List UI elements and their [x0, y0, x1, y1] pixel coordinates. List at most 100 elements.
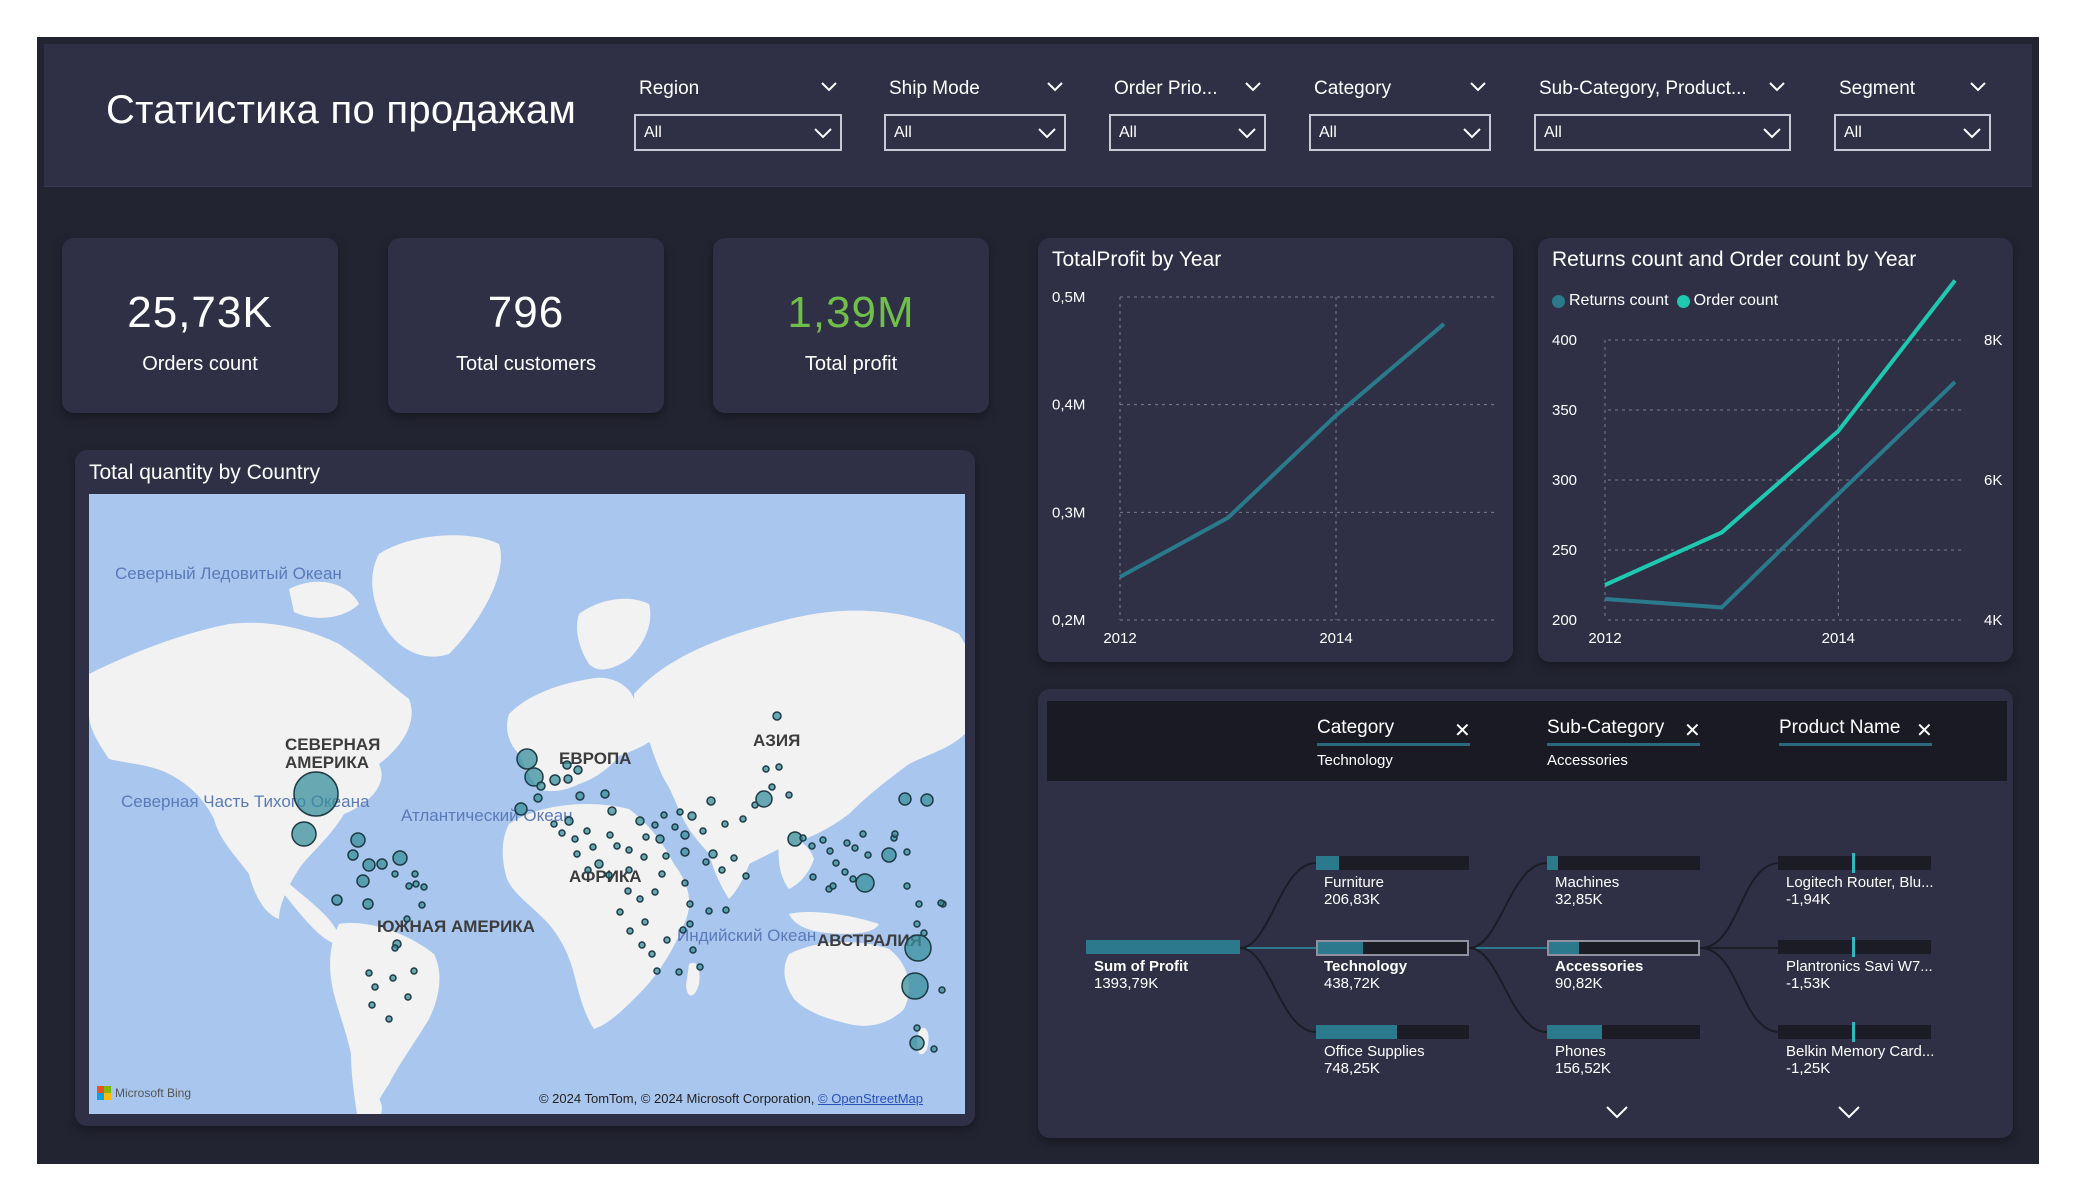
- profit-series-line[interactable]: [1119, 322, 1446, 579]
- country-bubble[interactable]: [785, 791, 793, 799]
- country-bubble[interactable]: [376, 858, 388, 870]
- country-bubble[interactable]: [859, 830, 867, 838]
- country-bubble[interactable]: [768, 783, 776, 791]
- country-bubble[interactable]: [702, 858, 710, 866]
- country-bubble[interactable]: [686, 900, 694, 908]
- country-bubble[interactable]: [689, 946, 697, 954]
- country-bubble[interactable]: [855, 873, 875, 893]
- country-bubble[interactable]: [898, 792, 912, 806]
- country-bubble[interactable]: [864, 851, 872, 859]
- country-bubble[interactable]: [938, 986, 946, 994]
- country-bubble[interactable]: [558, 829, 566, 837]
- close-icon[interactable]: ✕: [1916, 721, 1933, 741]
- country-bubble[interactable]: [755, 790, 773, 808]
- country-bubble[interactable]: [819, 836, 827, 844]
- country-bubble[interactable]: [642, 833, 650, 841]
- country-bubble[interactable]: [362, 858, 376, 872]
- country-bubble[interactable]: [762, 765, 770, 773]
- world-map[interactable]: Северный Ледовитый Океан Северная Часть …: [89, 494, 965, 1114]
- country-bubble[interactable]: [681, 879, 689, 887]
- country-bubble[interactable]: [930, 1045, 938, 1053]
- country-bubble[interactable]: [411, 870, 419, 878]
- country-bubble[interactable]: [418, 901, 426, 909]
- country-bubble[interactable]: [638, 941, 646, 949]
- country-bubble[interactable]: [291, 821, 317, 847]
- country-bubble[interactable]: [826, 847, 834, 855]
- country-bubble[interactable]: [799, 834, 807, 842]
- country-bubble[interactable]: [563, 774, 573, 784]
- returns-series-line[interactable]: [1604, 380, 1957, 610]
- country-bubble[interactable]: [589, 843, 597, 851]
- country-bubble[interactable]: [680, 847, 690, 857]
- country-bubble[interactable]: [651, 888, 659, 896]
- country-bubble[interactable]: [655, 834, 665, 844]
- country-bubble[interactable]: [742, 872, 750, 880]
- country-bubble[interactable]: [641, 918, 649, 926]
- country-bubble[interactable]: [583, 827, 591, 835]
- country-bubble[interactable]: [605, 871, 613, 879]
- country-bubble[interactable]: [626, 927, 634, 935]
- country-bubble[interactable]: [584, 866, 592, 874]
- country-bubble[interactable]: [772, 711, 782, 721]
- country-bubble[interactable]: [516, 748, 538, 770]
- country-bubble[interactable]: [391, 944, 399, 952]
- country-bubble[interactable]: [575, 791, 585, 801]
- country-bubble[interactable]: [809, 873, 817, 881]
- map-bubbles[interactable]: [89, 494, 965, 1114]
- country-bubble[interactable]: [903, 882, 911, 890]
- country-bubble[interactable]: [904, 934, 932, 962]
- country-bubble[interactable]: [514, 802, 528, 816]
- country-bubble[interactable]: [829, 882, 837, 890]
- country-bubble[interactable]: [410, 967, 418, 975]
- country-bubble[interactable]: [675, 968, 683, 976]
- country-bubble[interactable]: [687, 811, 697, 821]
- country-bubble[interactable]: [564, 816, 574, 826]
- slicer-dropdown[interactable]: All: [1534, 114, 1791, 151]
- country-bubble[interactable]: [606, 831, 614, 839]
- country-bubble[interactable]: [851, 844, 859, 852]
- returns-orders-line-chart[interactable]: 400 350 300 250 200 8K 6K 4K 2012 2014: [1538, 238, 2013, 662]
- slicer-dropdown[interactable]: All: [1109, 114, 1266, 151]
- country-bubble[interactable]: [660, 811, 668, 819]
- country-bubble[interactable]: [679, 926, 687, 934]
- country-bubble[interactable]: [843, 839, 851, 847]
- country-bubble[interactable]: [901, 972, 929, 1000]
- chevron-down-icon[interactable]: [1836, 1103, 1862, 1121]
- country-bubble[interactable]: [613, 842, 621, 850]
- country-bubble[interactable]: [775, 763, 783, 771]
- country-bubble[interactable]: [671, 823, 679, 831]
- country-bubble[interactable]: [708, 849, 718, 859]
- close-icon[interactable]: ✕: [1684, 721, 1701, 741]
- country-bubble[interactable]: [909, 1035, 925, 1051]
- country-bubble[interactable]: [722, 906, 730, 914]
- country-bubble[interactable]: [686, 920, 694, 928]
- chevron-down-icon[interactable]: [1242, 76, 1264, 98]
- country-bubble[interactable]: [392, 850, 408, 866]
- country-bubble[interactable]: [913, 920, 921, 928]
- chevron-down-icon[interactable]: [1967, 76, 1989, 98]
- slicer-dropdown[interactable]: All: [634, 114, 842, 151]
- country-bubble[interactable]: [937, 899, 945, 907]
- country-bubble[interactable]: [385, 1015, 393, 1023]
- country-bubble[interactable]: [350, 832, 366, 848]
- country-bubble[interactable]: [699, 827, 707, 835]
- country-bubble[interactable]: [420, 883, 428, 891]
- country-bubble[interactable]: [915, 900, 923, 908]
- country-bubble[interactable]: [920, 793, 934, 807]
- country-bubble[interactable]: [808, 842, 816, 850]
- country-bubble[interactable]: [368, 1001, 376, 1009]
- country-bubble[interactable]: [653, 967, 661, 975]
- chevron-down-icon[interactable]: [1467, 76, 1489, 98]
- country-bubble[interactable]: [549, 774, 561, 786]
- country-bubble[interactable]: [718, 866, 726, 874]
- country-bubble[interactable]: [651, 821, 659, 829]
- country-bubble[interactable]: [881, 847, 897, 863]
- country-bubble[interactable]: [412, 880, 420, 888]
- country-bubble[interactable]: [573, 765, 583, 775]
- country-bubble[interactable]: [362, 898, 374, 910]
- slicer-dropdown[interactable]: All: [1309, 114, 1491, 151]
- country-bubble[interactable]: [607, 806, 617, 816]
- chevron-down-icon[interactable]: [1044, 76, 1066, 98]
- chevron-down-icon[interactable]: [1604, 1103, 1630, 1121]
- country-bubble[interactable]: [640, 853, 648, 861]
